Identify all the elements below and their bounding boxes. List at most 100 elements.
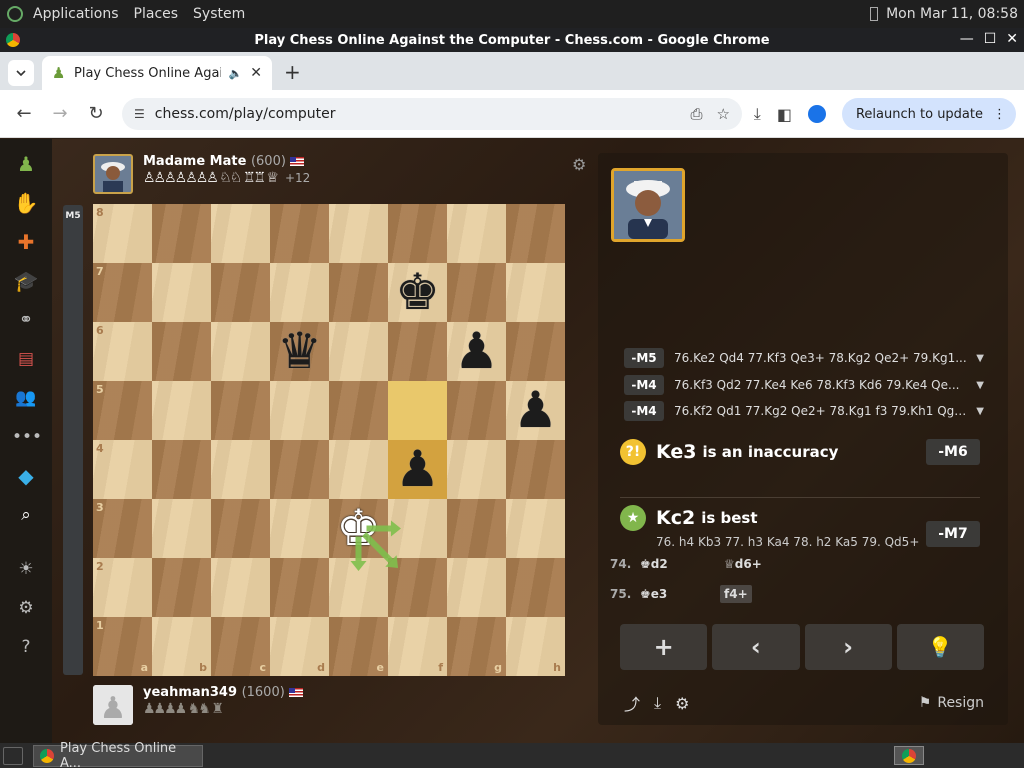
square-c1[interactable]: c bbox=[211, 617, 270, 676]
black-move-current[interactable]: f4+ bbox=[720, 585, 752, 603]
puzzle-icon[interactable]: ✚ bbox=[12, 228, 40, 256]
settings-icon[interactable]: ⚙ bbox=[12, 594, 40, 622]
learn-cap-icon[interactable]: 🎓 bbox=[12, 267, 40, 295]
square-c8[interactable] bbox=[211, 204, 270, 263]
square-f2[interactable] bbox=[388, 558, 447, 617]
close-window-button[interactable]: ✕ bbox=[1006, 31, 1018, 47]
square-f3[interactable] bbox=[388, 499, 447, 558]
square-e1[interactable]: e bbox=[329, 617, 388, 676]
engine-line[interactable]: -M5 76.Ke2 Qd4 77.Kf3 Qe3+ 78.Kg2 Qe2+ 7… bbox=[624, 347, 984, 369]
square-f5[interactable] bbox=[388, 381, 447, 440]
square-g6[interactable]: ♟ bbox=[447, 322, 506, 381]
more-icon[interactable]: ••• bbox=[12, 423, 42, 451]
help-icon[interactable]: ? bbox=[12, 633, 40, 661]
black-piece-f7[interactable]: ♚ bbox=[388, 263, 447, 322]
previous-move-button[interactable]: ‹ bbox=[712, 624, 800, 670]
square-a4[interactable]: 4 bbox=[93, 440, 152, 499]
new-game-button[interactable]: + bbox=[620, 624, 708, 670]
square-c6[interactable] bbox=[211, 322, 270, 381]
chess-board[interactable]: 8 7 ♚ 6 ♛ ♟ 5 ♟ 4 ♟ 3 ♚ 2 1 a b c d e f g h bbox=[93, 204, 565, 676]
tab-chess[interactable]: ♟ Play Chess Online Agains 🔈 ✕ bbox=[42, 56, 272, 90]
back-button[interactable]: ← bbox=[6, 103, 42, 124]
player-name[interactable]: yeahman349 bbox=[143, 685, 237, 700]
address-bar[interactable]: ☰ chess.com/play/computer ⎙ ☆ bbox=[122, 98, 742, 130]
square-f4[interactable]: ♟ bbox=[388, 440, 447, 499]
search-icon[interactable]: ⌕ bbox=[12, 501, 40, 529]
settings-gear-icon[interactable]: ⚙ bbox=[675, 694, 689, 713]
square-b6[interactable] bbox=[152, 322, 211, 381]
square-c2[interactable] bbox=[211, 558, 270, 617]
black-piece-g6[interactable]: ♟ bbox=[447, 322, 506, 381]
square-h1[interactable]: h bbox=[506, 617, 565, 676]
square-d8[interactable] bbox=[270, 204, 329, 263]
square-d6[interactable]: ♛ bbox=[270, 322, 329, 381]
square-g4[interactable] bbox=[447, 440, 506, 499]
display-icon[interactable] bbox=[870, 7, 879, 21]
square-g7[interactable] bbox=[447, 263, 506, 322]
square-d4[interactable] bbox=[270, 440, 329, 499]
close-tab-button[interactable]: ✕ bbox=[250, 65, 262, 81]
hand-play-icon[interactable]: ✋ bbox=[12, 189, 40, 217]
square-e7[interactable] bbox=[329, 263, 388, 322]
minimize-button[interactable]: — bbox=[960, 31, 974, 47]
square-e8[interactable] bbox=[329, 204, 388, 263]
square-d2[interactable] bbox=[270, 558, 329, 617]
friends-icon[interactable]: 👥 bbox=[12, 384, 40, 412]
square-f1[interactable]: f bbox=[388, 617, 447, 676]
pawn-logo-icon[interactable]: ♟ bbox=[12, 150, 40, 178]
square-f7[interactable]: ♚ bbox=[388, 263, 447, 322]
square-g8[interactable] bbox=[447, 204, 506, 263]
taskbar-chrome-item[interactable]: Play Chess Online A... bbox=[33, 741, 203, 768]
black-move[interactable]: ♕d6+ bbox=[720, 555, 766, 573]
chevron-down-icon[interactable]: ▼ bbox=[976, 406, 984, 417]
download-icon[interactable]: ⤓ bbox=[654, 693, 661, 713]
theme-icon[interactable]: ☀ bbox=[12, 555, 40, 583]
menu-applications[interactable]: Applications bbox=[33, 6, 119, 22]
engine-line[interactable]: -M4 76.Kf2 Qd1 77.Kg2 Qe2+ 78.Kg1 f3 79.… bbox=[624, 400, 984, 422]
square-b7[interactable] bbox=[152, 263, 211, 322]
square-a7[interactable]: 7 bbox=[93, 263, 152, 322]
square-g2[interactable] bbox=[447, 558, 506, 617]
square-a8[interactable]: 8 bbox=[93, 204, 152, 263]
square-a1[interactable]: 1a bbox=[93, 617, 152, 676]
square-g1[interactable]: g bbox=[447, 617, 506, 676]
square-a2[interactable]: 2 bbox=[93, 558, 152, 617]
hint-lightbulb-button[interactable]: 💡 bbox=[896, 624, 984, 670]
news-icon[interactable]: ▤ bbox=[12, 345, 40, 373]
white-move[interactable]: ♚e3 bbox=[640, 587, 720, 601]
square-e3[interactable]: ♚ bbox=[329, 499, 388, 558]
square-f6[interactable] bbox=[388, 322, 447, 381]
square-e5[interactable] bbox=[329, 381, 388, 440]
chevron-down-icon[interactable]: ▼ bbox=[976, 353, 984, 364]
square-h6[interactable] bbox=[506, 322, 565, 381]
square-d1[interactable]: d bbox=[270, 617, 329, 676]
board-settings-gear-icon[interactable]: ⚙ bbox=[572, 155, 586, 174]
square-h4[interactable] bbox=[506, 440, 565, 499]
black-piece-d6[interactable]: ♛ bbox=[270, 322, 329, 381]
resign-button[interactable]: ⚑ Resign bbox=[919, 695, 984, 711]
forward-button[interactable]: → bbox=[42, 103, 78, 124]
square-h7[interactable] bbox=[506, 263, 565, 322]
new-tab-button[interactable]: + bbox=[284, 60, 301, 84]
chevron-down-icon[interactable]: ▼ bbox=[976, 380, 984, 391]
share-icon[interactable]: ⤴ bbox=[624, 691, 640, 715]
maximize-button[interactable]: ☐ bbox=[984, 31, 997, 47]
binoculars-icon[interactable]: ⚭ bbox=[12, 306, 40, 334]
square-h2[interactable] bbox=[506, 558, 565, 617]
square-a5[interactable]: 5 bbox=[93, 381, 152, 440]
square-b2[interactable] bbox=[152, 558, 211, 617]
square-b1[interactable]: b bbox=[152, 617, 211, 676]
black-piece-h5[interactable]: ♟ bbox=[506, 381, 565, 440]
tray-chrome-icon[interactable] bbox=[894, 746, 924, 765]
next-move-button[interactable]: › bbox=[804, 624, 892, 670]
bookmark-star-icon[interactable]: ☆ bbox=[717, 105, 730, 123]
square-b3[interactable] bbox=[152, 499, 211, 558]
side-panel-icon[interactable]: ◧ bbox=[777, 105, 792, 124]
opponent-name[interactable]: Madame Mate bbox=[143, 154, 246, 169]
menu-system[interactable]: System bbox=[193, 6, 245, 22]
square-c5[interactable] bbox=[211, 381, 270, 440]
square-c4[interactable] bbox=[211, 440, 270, 499]
os-logo-icon[interactable] bbox=[7, 6, 23, 22]
square-c7[interactable] bbox=[211, 263, 270, 322]
square-h3[interactable] bbox=[506, 499, 565, 558]
